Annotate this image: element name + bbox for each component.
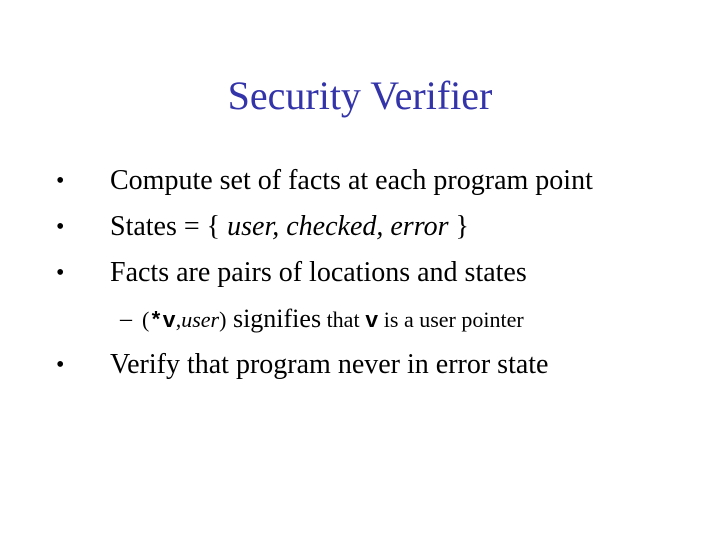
bullet-icon: • — [56, 168, 65, 194]
bullet-icon: • — [56, 214, 65, 240]
code-v: v — [365, 309, 379, 334]
bullet-icon: • — [56, 352, 65, 378]
bullet-text: Verify that program never in error state — [110, 349, 549, 380]
signifies-word: signifies — [226, 304, 322, 333]
bullet-text: Facts are pairs of locations and states — [110, 257, 527, 288]
middle-text: that — [321, 307, 366, 332]
sub-bullet-text: (*v,user) signifies that v is a user poi… — [142, 304, 524, 337]
slide-title: Security Verifier — [227, 73, 493, 118]
dash-icon: – — [120, 306, 132, 332]
bullet-icon: • — [56, 260, 65, 286]
bullet-text: States = { user, checked, error } — [110, 210, 469, 244]
states-list: user, checked, error — [227, 211, 449, 242]
code-pointer: *v — [149, 309, 176, 334]
rest-text: is a user pointer — [378, 307, 524, 332]
states-prefix: States = { — [110, 211, 228, 242]
bullet-text: Compute set of facts at each program poi… — [110, 165, 593, 196]
state-user: user — [181, 307, 220, 332]
states-suffix: } — [448, 211, 469, 242]
